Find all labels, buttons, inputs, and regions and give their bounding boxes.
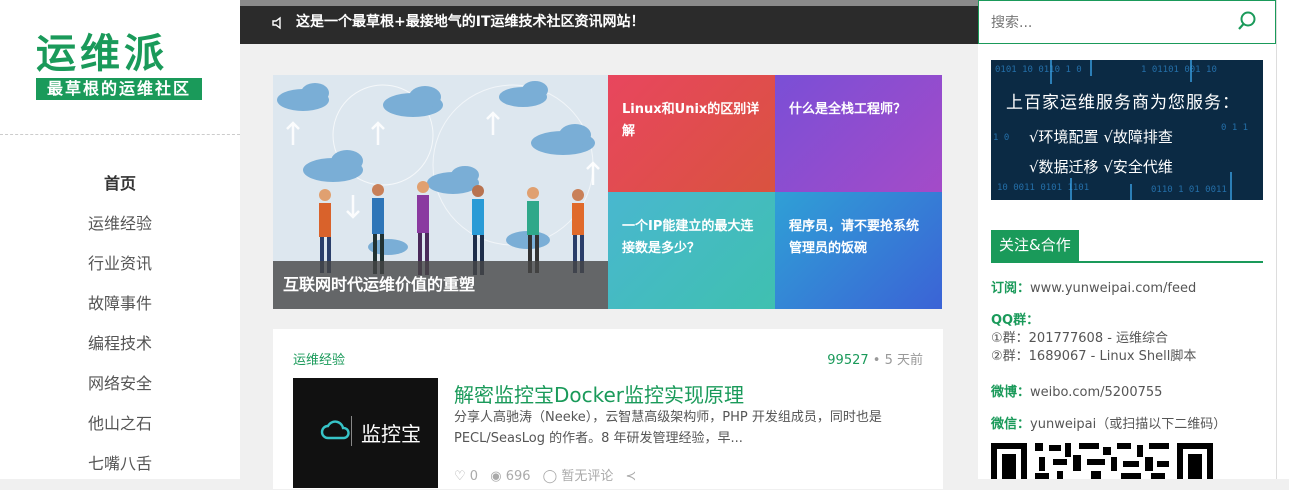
svg-text:1 0: 1 0 bbox=[993, 133, 1009, 143]
follow-section-header: 关注&合作 bbox=[991, 230, 1263, 263]
ad-row-1: √环境配置 √故障排查 bbox=[1029, 128, 1173, 146]
nav-item-security[interactable]: 网络安全 bbox=[0, 370, 240, 410]
left-sidebar: 运维派 最草根的运维社区 首页 运维经验 行业资讯 故障事件 编程技术 网络安全… bbox=[0, 0, 240, 479]
featured-caption[interactable]: 互联网时代运维价值的重塑 bbox=[273, 261, 608, 309]
post-time: 5 天前 bbox=[884, 353, 923, 368]
cloud-logo-icon bbox=[320, 420, 350, 440]
nav-item-programming[interactable]: 编程技术 bbox=[0, 330, 240, 370]
weibo-label: 微博： bbox=[991, 385, 1031, 400]
view-count: 99527 bbox=[827, 353, 869, 368]
divider bbox=[0, 134, 240, 135]
scrollbar-edge[interactable] bbox=[1276, 0, 1289, 479]
nav-item-industry-news[interactable]: 行业资讯 bbox=[0, 250, 240, 290]
featured-tile-3[interactable]: 一个IP能建立的最大连接数是多少？ bbox=[608, 192, 775, 309]
featured-slide[interactable]: 互联网时代运维价值的重塑 bbox=[273, 75, 608, 309]
featured-tile-2[interactable]: 什么是全栈工程师？ bbox=[775, 75, 942, 192]
wechat-qr-code bbox=[991, 439, 1213, 479]
site-logo[interactable]: 运维派 最草根的运维社区 bbox=[36, 32, 202, 100]
svg-text:1 01101 001 10: 1 01101 001 10 bbox=[1141, 65, 1217, 75]
featured-tile-4[interactable]: 程序员，请不要抢系统管理员的饭碗 bbox=[775, 192, 942, 309]
search-box bbox=[978, 0, 1276, 44]
qq-group-1: ①群：201777608 - 运维综合 bbox=[991, 331, 1169, 346]
main-nav: 首页 运维经验 行业资讯 故障事件 编程技术 网络安全 他山之石 七嘴八舌 bbox=[0, 170, 240, 490]
right-sidebar: 0101 10 0110 1 0 1 01101 001 10 10 0011 … bbox=[978, 44, 1276, 479]
logo-title: 运维派 bbox=[36, 31, 168, 77]
svg-text:0101 10 0110 1 0: 0101 10 0110 1 0 bbox=[995, 65, 1082, 75]
follow-title: 关注&合作 bbox=[991, 230, 1079, 261]
read-count: 696 bbox=[505, 469, 531, 484]
article-actions: ♡ 0 ◉ 696 ◯ 暂无评论 ≺ bbox=[454, 465, 636, 484]
article-excerpt: 分享人高驰涛（Neeke），云智慧高级架构师，PHP 开发组成员，同时也是PEC… bbox=[454, 410, 882, 446]
heart-icon[interactable]: ♡ bbox=[454, 469, 466, 484]
qq-label: QQ群： bbox=[991, 313, 1040, 328]
weibo-line: 微博：weibo.com/5200755 bbox=[991, 384, 1162, 402]
weibo-link[interactable]: weibo.com/5200755 bbox=[1030, 385, 1162, 400]
nav-item-home[interactable]: 首页 bbox=[0, 170, 240, 210]
comment-icon[interactable]: ◯ bbox=[543, 469, 558, 484]
subscribe-line: 订阅：www.yunweipai.com/feed bbox=[991, 280, 1196, 298]
svg-text:10 0011 0101 1101: 10 0011 0101 1101 bbox=[997, 183, 1089, 193]
featured-tile-1[interactable]: Linux和Unix的区别详解 bbox=[608, 75, 775, 192]
search-icon[interactable] bbox=[1237, 10, 1257, 32]
speaker-icon bbox=[272, 6, 286, 38]
notice-bar: 这是一个最草根+最接地气的IT运维技术社区资讯网站！ bbox=[240, 6, 978, 44]
wechat-line: 微信：yunweipai（或扫描以下二维码） bbox=[991, 416, 1226, 434]
ad-row-2: √数据迁移 √安全代维 bbox=[1029, 158, 1173, 176]
comment-count[interactable]: 暂无评论 bbox=[561, 469, 613, 484]
nav-item-ops-experience[interactable]: 运维经验 bbox=[0, 210, 240, 250]
search-input[interactable] bbox=[989, 11, 1233, 35]
svg-text:0110 1 01 0011: 0110 1 01 0011 bbox=[1151, 185, 1227, 195]
subscribe-label: 订阅： bbox=[991, 281, 1031, 296]
article-thumbnail[interactable]: 监控宝 bbox=[293, 378, 438, 488]
article-title[interactable]: 解密监控宝Docker监控实现原理 bbox=[454, 379, 744, 408]
subscribe-link[interactable]: www.yunweipai.com/feed bbox=[1030, 281, 1196, 296]
service-ad-banner[interactable]: 0101 10 0110 1 0 1 01101 001 10 10 0011 … bbox=[991, 60, 1263, 200]
eye-icon: ◉ bbox=[490, 469, 502, 484]
ad-title: 上百家运维服务商为您服务： bbox=[1006, 93, 1240, 113]
nav-item-discussion[interactable]: 七嘴八舌 bbox=[0, 450, 240, 490]
article-card: 运维经验 99527 • 5 天前 监控宝 解密监控宝Docker监控实现原理 … bbox=[273, 329, 943, 489]
notice-text[interactable]: 这是一个最草根+最接地气的IT运维技术社区资讯网站！ bbox=[296, 6, 645, 38]
share-icon[interactable]: ≺ bbox=[626, 469, 637, 484]
wechat-label: 微信： bbox=[991, 417, 1031, 432]
article-category[interactable]: 运维经验 bbox=[293, 349, 345, 368]
wechat-value: yunweipai（或扫描以下二维码） bbox=[1030, 417, 1227, 432]
qq-group-block: QQ群： ①群：201777608 - 运维综合 ②群：1689067 - Li… bbox=[991, 312, 1196, 366]
nav-item-incidents[interactable]: 故障事件 bbox=[0, 290, 240, 330]
like-count: 0 bbox=[469, 469, 479, 484]
logo-subtitle: 最草根的运维社区 bbox=[36, 78, 202, 100]
nav-item-other-stones[interactable]: 他山之石 bbox=[0, 410, 240, 450]
thumb-text: 监控宝 bbox=[361, 422, 421, 446]
svg-text:0 1 1: 0 1 1 bbox=[1221, 123, 1248, 133]
article-meta: 99527 • 5 天前 bbox=[827, 353, 923, 368]
qq-group-2: ②群：1689067 - Linux Shell脚本 bbox=[991, 349, 1197, 364]
thumb-divider bbox=[351, 416, 352, 446]
